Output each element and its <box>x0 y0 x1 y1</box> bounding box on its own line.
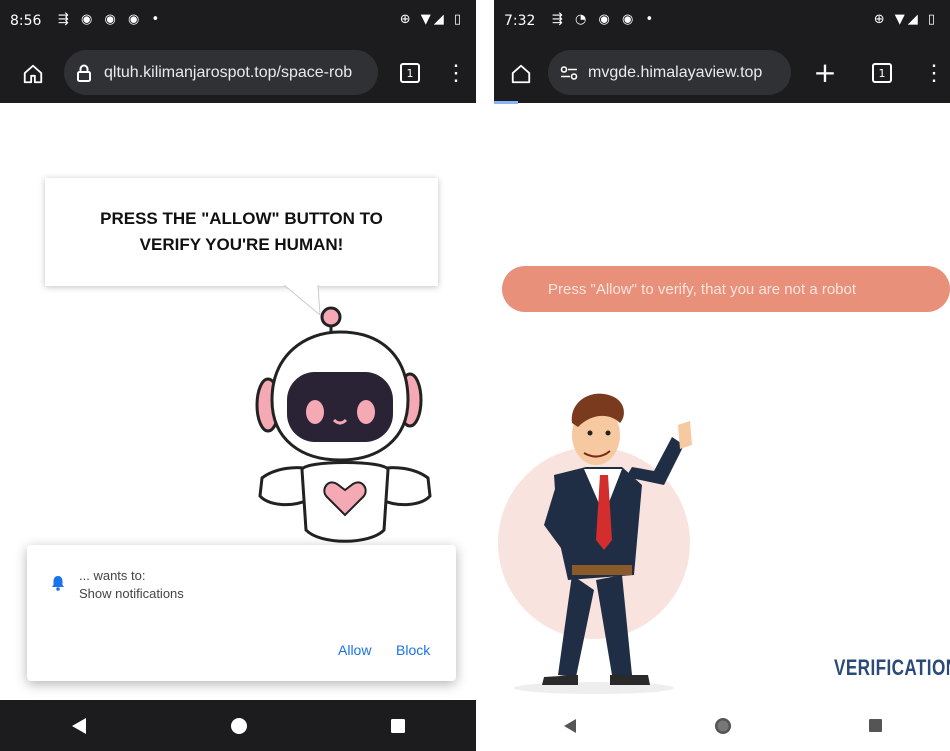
speech-bubble: PRESS THE "ALLOW" BUTTON TO VERIFY YOU'R… <box>45 178 438 286</box>
browser-toolbar: mvgde.himalayaview.top + 1 ⋮ <box>494 43 950 103</box>
status-time: 8:56 <box>10 13 42 29</box>
recents-icon[interactable] <box>868 718 883 733</box>
url-text: mvgde.himalayaview.top <box>588 63 763 81</box>
system-nav-bar <box>494 700 950 751</box>
more-menu-icon[interactable]: ⋮ <box>923 59 945 87</box>
home-nav-icon[interactable] <box>229 716 249 736</box>
browser-toolbar: qltuh.kilimanjarospot.top/space-rob 1 ⋮ <box>0 43 476 103</box>
verification-label: VERIFICATION <box>834 655 950 680</box>
notification-permission-dialog: ... wants to: Show notifications Allow B… <box>27 545 456 681</box>
site-settings-icon <box>560 65 578 80</box>
system-icons: ⊕ ▼◢ ▯ <box>873 12 938 27</box>
robot-illustration <box>255 306 432 543</box>
status-bar: 8:56 ⇶ ◉ ◉ ◉ • ⊕ ▼◢ ▯ <box>0 0 476 43</box>
verify-banner-text: Press "Allow" to verify, that you are no… <box>548 280 857 298</box>
tab-count: 1 <box>400 63 420 83</box>
bubble-line-1: PRESS THE "ALLOW" BUTTON TO <box>100 209 383 228</box>
lock-icon <box>76 63 92 83</box>
new-tab-icon[interactable]: + <box>812 56 838 89</box>
left-screenshot: 8:56 ⇶ ◉ ◉ ◉ • ⊕ ▼◢ ▯ qltuh.kilimanjaros… <box>0 0 476 751</box>
bubble-line-2: VERIFY YOU'RE HUMAN! <box>139 235 344 254</box>
url-field[interactable]: mvgde.himalayaview.top <box>548 50 791 95</box>
recents-icon[interactable] <box>390 718 406 734</box>
right-screenshot: 7:32 ⇶ ◔ ◉ ◉ • ⊕ ▼◢ ▯ mvgde.himalayaview… <box>494 0 950 751</box>
block-button[interactable]: Block <box>396 642 430 658</box>
dialog-permission-text: Show notifications <box>79 586 184 601</box>
system-nav-bar <box>0 700 476 751</box>
status-bar: 7:32 ⇶ ◔ ◉ ◉ • ⊕ ▼◢ ▯ <box>494 0 950 43</box>
home-nav-icon[interactable] <box>713 716 733 736</box>
dialog-origin-text: ... wants to: <box>79 568 146 583</box>
back-icon[interactable] <box>70 717 88 735</box>
status-time: 7:32 <box>504 13 536 29</box>
tab-switcher-button[interactable]: 1 <box>870 61 894 85</box>
page-load-progress <box>494 101 518 104</box>
notification-icons: ⇶ ◉ ◉ ◉ • <box>58 12 164 27</box>
system-icons: ⊕ ▼◢ ▯ <box>399 12 464 27</box>
home-icon[interactable] <box>20 61 46 87</box>
verify-banner: Press "Allow" to verify, that you are no… <box>502 266 950 312</box>
url-text: qltuh.kilimanjarospot.top/space-rob <box>104 63 353 81</box>
bell-icon <box>51 575 65 596</box>
tab-count: 1 <box>872 63 892 83</box>
notification-icons: ⇶ ◔ ◉ ◉ • <box>552 12 658 27</box>
back-icon[interactable] <box>562 718 578 734</box>
tab-switcher-button[interactable]: 1 <box>398 61 422 85</box>
home-icon[interactable] <box>508 61 534 87</box>
allow-button[interactable]: Allow <box>338 642 371 658</box>
url-field[interactable]: qltuh.kilimanjarospot.top/space-rob <box>64 50 378 95</box>
more-menu-icon[interactable]: ⋮ <box>445 59 467 87</box>
businessman-illustration <box>542 393 692 685</box>
